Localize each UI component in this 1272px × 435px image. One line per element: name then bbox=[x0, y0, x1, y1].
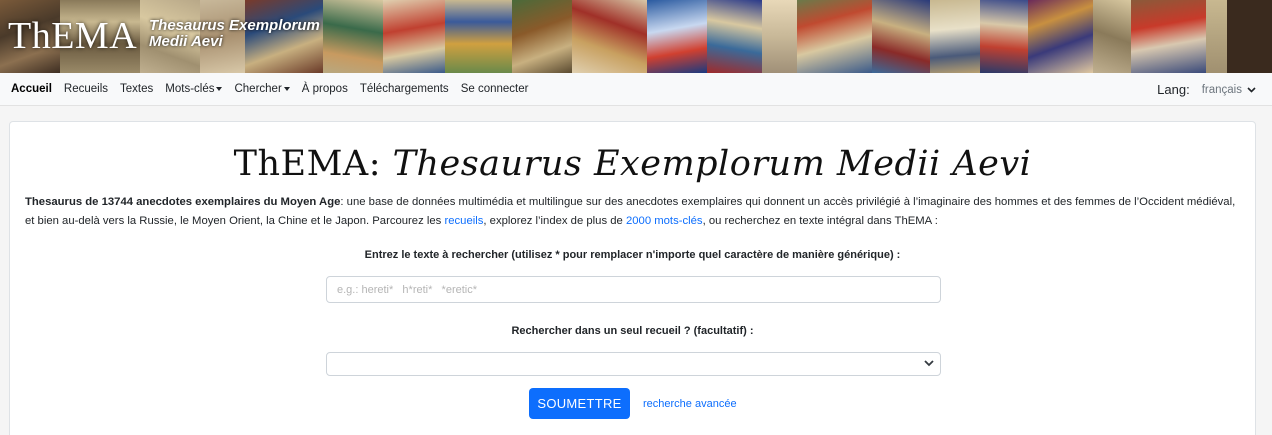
nav-item-recueils[interactable]: Recueils bbox=[64, 83, 108, 95]
header-banner: ThEMA Thesaurus Exemplorum Medii Aevi bbox=[0, 0, 1272, 73]
advanced-search-link[interactable]: recherche avancée bbox=[643, 398, 737, 410]
language-label: Lang: bbox=[1157, 82, 1190, 97]
language-switcher: Lang: français bbox=[1157, 73, 1256, 106]
nav-menu: Accueil Recueils Textes Mots-clés Cherch… bbox=[0, 83, 540, 95]
nav-item-accueil[interactable]: Accueil bbox=[11, 83, 52, 95]
title-italic: Thesaurus Exemplorum Medii Aevi bbox=[392, 144, 1032, 184]
subtitle-line-1: Thesaurus Exemplorum bbox=[149, 17, 320, 34]
nav-item-textes[interactable]: Textes bbox=[120, 83, 153, 95]
intro-bold: Thesaurus de 13744 anecdotes exemplaires… bbox=[25, 196, 341, 208]
search-field bbox=[326, 276, 941, 303]
recueils-link[interactable]: recueils bbox=[444, 215, 483, 227]
nav-item-a-propos[interactable]: À propos bbox=[302, 83, 348, 95]
intro-text-2: , explorez l’index de plus de bbox=[483, 215, 626, 227]
nav-item-telechargements[interactable]: Téléchargements bbox=[360, 83, 449, 95]
search-input[interactable] bbox=[327, 277, 940, 302]
submit-button[interactable]: SOUMETTRE bbox=[529, 388, 630, 419]
collection-select[interactable] bbox=[326, 352, 941, 376]
nav-item-chercher-label: Chercher bbox=[234, 83, 282, 95]
caret-down-icon bbox=[283, 86, 290, 91]
site-logo[interactable]: ThEMA bbox=[8, 14, 137, 58]
main-navbar: Accueil Recueils Textes Mots-clés Cherch… bbox=[0, 73, 1272, 106]
chevron-down-icon bbox=[924, 360, 934, 367]
language-value: français bbox=[1201, 83, 1242, 96]
nav-item-se-connecter[interactable]: Se connecter bbox=[461, 83, 529, 95]
intro-paragraph: Thesaurus de 13744 anecdotes exemplaires… bbox=[25, 193, 1243, 231]
language-select[interactable]: français bbox=[1202, 84, 1256, 96]
collection-label: Rechercher dans un seul recueil ? (facul… bbox=[511, 325, 754, 337]
page-title: ThEMA: Thesaurus Exemplorum Medii Aevi bbox=[10, 144, 1255, 184]
main-card: ThEMA: Thesaurus Exemplorum Medii Aevi T… bbox=[9, 121, 1256, 435]
chevron-down-icon bbox=[1247, 86, 1256, 93]
mots-cles-link[interactable]: 2000 mots-clés bbox=[626, 215, 703, 227]
title-plain: ThEMA: bbox=[233, 144, 393, 184]
subtitle-line-2: Medii Aevi bbox=[149, 33, 223, 50]
site-subtitle: Thesaurus Exemplorum Medii Aevi bbox=[149, 18, 320, 50]
nav-item-mots-cles-label: Mots-clés bbox=[165, 83, 215, 95]
nav-item-chercher[interactable]: Chercher bbox=[234, 83, 290, 95]
intro-text-3: , ou recherchez en texte intégral dans T… bbox=[702, 215, 938, 227]
caret-down-icon bbox=[216, 86, 223, 91]
search-label: Entrez le texte à rechercher (utilisez *… bbox=[364, 249, 901, 261]
nav-item-mots-cles[interactable]: Mots-clés bbox=[165, 83, 223, 95]
